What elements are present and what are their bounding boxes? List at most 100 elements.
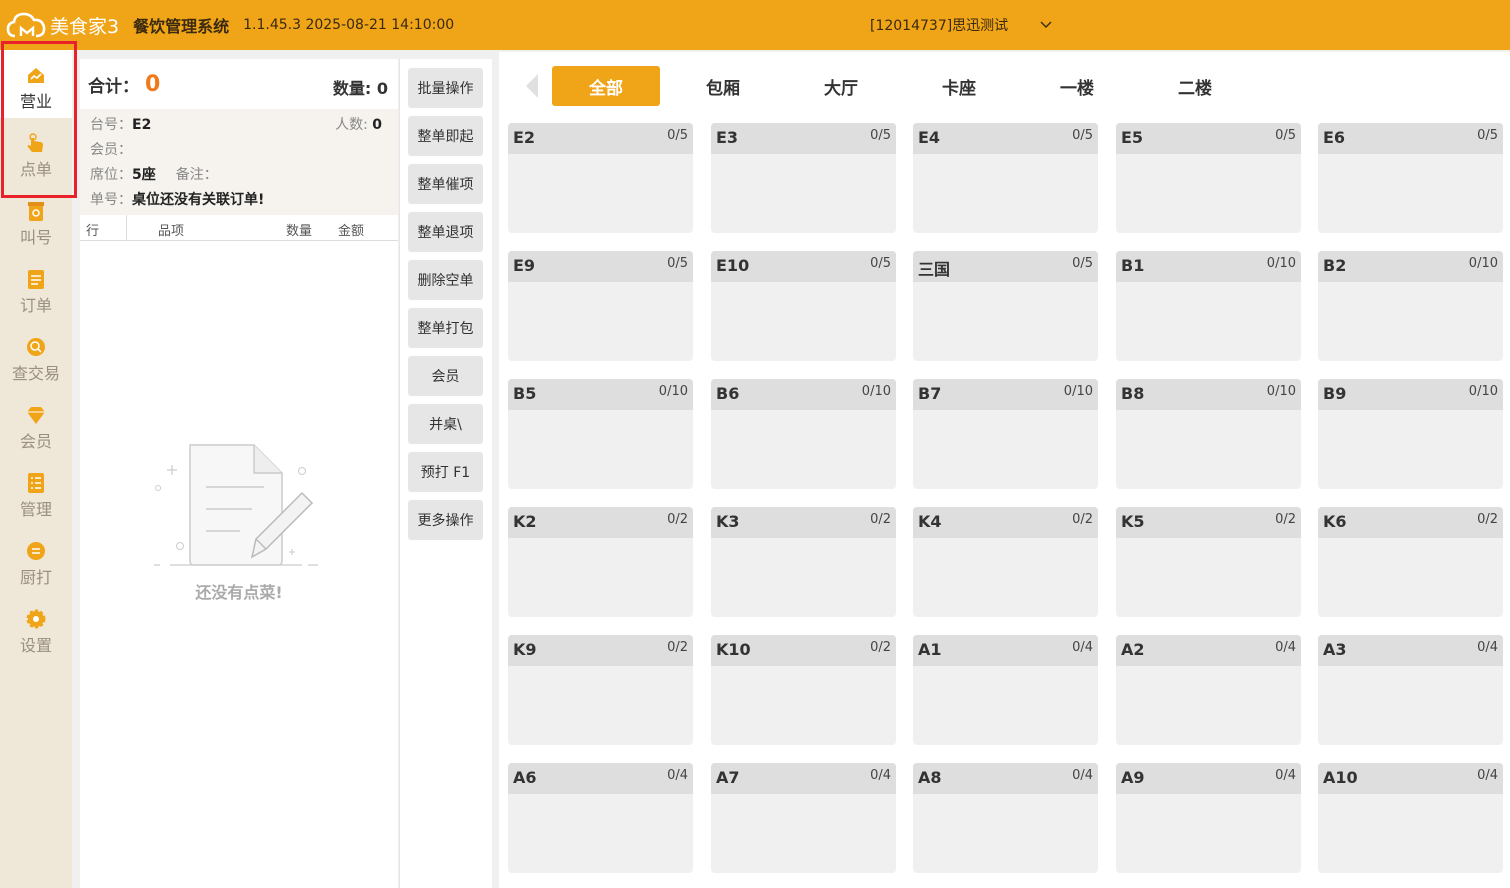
table-card-header: 三国 0/5: [913, 251, 1098, 282]
table-card[interactable]: A10 0/4: [1318, 763, 1503, 873]
member-label: 会员：: [90, 142, 132, 158]
table-card[interactable]: K10 0/2: [711, 635, 896, 745]
nav-item-settings[interactable]: 设置: [0, 594, 72, 662]
serve-all-now-button[interactable]: 整单即起: [408, 116, 483, 156]
table-card[interactable]: E6 0/5: [1318, 123, 1503, 233]
table-name: B1: [1121, 256, 1145, 275]
nav-label: 叫号: [19, 228, 52, 247]
return-all-button[interactable]: 整单退项: [408, 212, 483, 252]
table-capacity: 0/10: [1468, 384, 1498, 399]
call-number-icon: [28, 202, 44, 221]
tab-booth[interactable]: 卡座: [905, 66, 1013, 106]
nav-label: 设置: [19, 636, 52, 655]
table-card[interactable]: K3 0/2: [711, 507, 896, 617]
tab-private-room[interactable]: 包厢: [669, 66, 777, 106]
rush-all-button[interactable]: 整单催项: [408, 164, 483, 204]
order-no-line: 单号：桌位还没有关联订单!: [90, 188, 388, 213]
nav-item-call[interactable]: 叫号: [0, 186, 72, 254]
title-bar: 美食家3 餐饮管理系统 1.1.45.3 2025-08-21 14:10:00…: [0, 0, 1510, 50]
table-capacity: 0/2: [870, 640, 891, 655]
table-card-header: K4 0/2: [913, 507, 1098, 538]
table-card-header: K5 0/2: [1116, 507, 1301, 538]
table-card[interactable]: K6 0/2: [1318, 507, 1503, 617]
table-card[interactable]: K9 0/2: [508, 635, 693, 745]
table-card[interactable]: E3 0/5: [711, 123, 896, 233]
merge-table-button[interactable]: 并桌\: [408, 404, 483, 444]
table-capacity: 0/4: [1477, 768, 1498, 783]
table-card[interactable]: B6 0/10: [711, 379, 896, 489]
batch-operation-button[interactable]: 批量操作: [408, 68, 483, 108]
table-card[interactable]: E4 0/5: [913, 123, 1098, 233]
table-capacity: 0/2: [1477, 512, 1498, 527]
table-card[interactable]: B7 0/10: [913, 379, 1098, 489]
table-capacity: 0/4: [667, 768, 688, 783]
table-card-header: A10 0/4: [1318, 763, 1503, 794]
table-card[interactable]: B2 0/10: [1318, 251, 1503, 361]
tab-floor-2[interactable]: 二楼: [1141, 66, 1249, 106]
table-card[interactable]: B8 0/10: [1116, 379, 1301, 489]
table-card-header: A1 0/4: [913, 635, 1098, 666]
table-card[interactable]: K5 0/2: [1116, 507, 1301, 617]
scroll-left-arrow-icon[interactable]: [524, 72, 540, 100]
table-card[interactable]: E9 0/5: [508, 251, 693, 361]
table-card[interactable]: A3 0/4: [1318, 635, 1503, 745]
pre-print-button[interactable]: 预打 F1: [408, 452, 483, 492]
search-trade-icon: [27, 338, 45, 356]
table-name: K9: [513, 640, 537, 659]
table-name: A9: [1121, 768, 1145, 787]
sidebar-nav: 营业 点单 叫号 订单 查交易 会员 管理 厨打 设置: [0, 50, 72, 888]
table-name: A1: [918, 640, 942, 659]
table-card[interactable]: A8 0/4: [913, 763, 1098, 873]
table-name: B8: [1121, 384, 1145, 403]
nav-item-trade[interactable]: 查交易: [0, 322, 72, 390]
delete-empty-order-button[interactable]: 删除空单: [408, 260, 483, 300]
chevron-down-icon[interactable]: [1038, 16, 1054, 32]
table-card[interactable]: A2 0/4: [1116, 635, 1301, 745]
more-actions-button[interactable]: 更多操作: [408, 500, 483, 540]
nav-label: 点单: [19, 160, 52, 179]
table-card[interactable]: K4 0/2: [913, 507, 1098, 617]
nav-item-kitchen[interactable]: 厨打: [0, 526, 72, 594]
tab-hall[interactable]: 大厅: [787, 66, 895, 106]
nav-label: 厨打: [19, 568, 52, 587]
member-button[interactable]: 会员: [408, 356, 483, 396]
table-card-header: A8 0/4: [913, 763, 1098, 794]
table-name: K3: [716, 512, 740, 531]
table-card-header: B2 0/10: [1318, 251, 1503, 282]
nav-label: 会员: [19, 432, 52, 451]
store-selector[interactable]: [12014737]思迅测试: [870, 15, 1008, 35]
tap-icon: [27, 133, 43, 152]
table-card[interactable]: A7 0/4: [711, 763, 896, 873]
tab-floor-1[interactable]: 一楼: [1023, 66, 1131, 106]
nav-item-order[interactable]: 点单: [0, 118, 72, 186]
nav-label: 查交易: [11, 364, 60, 383]
table-card-header: A9 0/4: [1116, 763, 1301, 794]
column-divider: [126, 215, 127, 241]
tab-all[interactable]: 全部: [552, 66, 660, 106]
table-card[interactable]: B5 0/10: [508, 379, 693, 489]
pack-all-button[interactable]: 整单打包: [408, 308, 483, 348]
nav-item-business[interactable]: 营业: [0, 50, 72, 118]
table-card-header: K6 0/2: [1318, 507, 1503, 538]
table-name: B5: [513, 384, 537, 403]
table-card[interactable]: B1 0/10: [1116, 251, 1301, 361]
table-name: E6: [1323, 128, 1346, 147]
table-capacity: 0/10: [1063, 384, 1093, 399]
nav-item-orders[interactable]: 订单: [0, 254, 72, 322]
table-card[interactable]: E5 0/5: [1116, 123, 1301, 233]
table-card[interactable]: B9 0/10: [1318, 379, 1503, 489]
table-card[interactable]: A1 0/4: [913, 635, 1098, 745]
table-card[interactable]: A6 0/4: [508, 763, 693, 873]
table-card[interactable]: A9 0/4: [1116, 763, 1301, 873]
nav-item-member[interactable]: 会员: [0, 390, 72, 458]
table-card[interactable]: E10 0/5: [711, 251, 896, 361]
order-no-label: 单号：: [90, 192, 132, 208]
table-card[interactable]: K2 0/2: [508, 507, 693, 617]
table-card[interactable]: E2 0/5: [508, 123, 693, 233]
table-card-header: A6 0/4: [508, 763, 693, 794]
table-card[interactable]: 三国 0/5: [913, 251, 1098, 361]
order-table-header: 行 品项 数量 金额: [80, 215, 398, 241]
table-name: E3: [716, 128, 739, 147]
nav-item-manage[interactable]: 管理: [0, 458, 72, 526]
table-capacity: 0/5: [1072, 128, 1093, 143]
